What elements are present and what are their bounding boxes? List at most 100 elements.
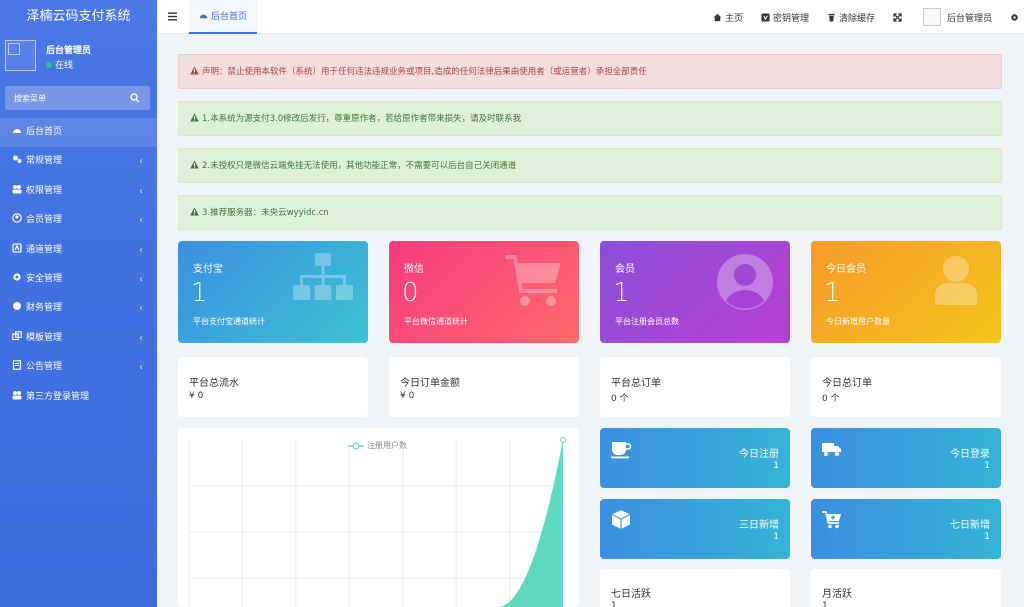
topbar: 后台首页 主页 密钥管理 清除缓存 后台管理员 [157,0,1024,34]
fullscreen-icon [893,12,902,22]
user-panel: 后台管理员 在线 [0,34,157,82]
sidebar-item-security[interactable]: 安全管理 ‹ [0,265,157,294]
card-value: 1 [191,278,208,308]
sidebar-item-permission[interactable]: 权限管理 ‹ [0,177,157,206]
app-title[interactable]: 泽楠云码支付系统 [0,0,157,34]
finance-icon [13,302,21,311]
admin-menu[interactable]: 后台管理员 [922,8,992,26]
user-icon [935,256,977,305]
info-value: ¥ 0 [189,391,204,401]
online-dot-icon [46,62,52,68]
template-icon [12,330,22,340]
topbar-nav: 主页 密钥管理 清除缓存 后台管理员 [713,0,1024,34]
sidebar-item-label: 会员管理 [26,215,63,226]
user-name: 后台管理员 [46,46,92,56]
search-placeholder: 搜索菜单 [14,94,46,103]
sitemap-icon [293,253,353,300]
sidebar-item-channel[interactable]: 通道管理 ‹ [0,236,157,265]
stat-value: 1 [773,532,779,542]
search-input[interactable]: 搜索菜单 [5,86,150,110]
sidebar-item-dashboard[interactable]: 后台首页 [0,118,157,148]
card-desc: 今日新增用户数量 [826,317,890,326]
user-status: 在线 [46,58,73,71]
users-icon [12,390,22,400]
card-desc: 平台微信通道统计 [404,317,468,326]
sidebar-item-label: 安全管理 [26,273,63,284]
admin-avatar [922,8,941,26]
card-desc: 平台注册会员总数 [615,317,679,326]
cube-icon [611,510,631,529]
info-value: ¥ 0 [400,391,415,401]
stat-label: 月活跃 [822,589,852,600]
card-title: 今日会员 [826,264,866,275]
sidebar-item-finance[interactable]: 财务管理 ‹ [0,294,157,323]
warning-icon [190,113,199,122]
info-label: 今日总订单 [822,378,872,389]
gear-icon [1011,13,1018,21]
key-management-link[interactable]: 密钥管理 [761,11,809,24]
info-alert-3: 3.推荐服务器：未央云wyyidc.cn [178,195,1002,230]
info-alert-1: 1.本系统为源支付3.0修改后发行，尊重原作者，若给原作者带来损失，请及时联系我 [178,101,1002,136]
stat-value: 1 [773,461,779,471]
sidebar-item-member[interactable]: 会员管理 ‹ [0,206,157,235]
info-alert-text: 1.本系统为源支付3.0修改后发行，尊重原作者，若给原作者带来损失，请及时联系我 [202,114,522,124]
user-circle-icon [12,213,22,223]
chart-legend[interactable]: 注册用户数 [348,440,407,451]
fullscreen-button[interactable] [893,12,905,22]
month-active-box: 月活跃 1 [811,569,1001,607]
sidebar-item-label: 财务管理 [26,303,63,314]
search-icon[interactable] [130,93,140,103]
card-title: 会员 [615,264,635,275]
info-label: 平台总订单 [611,378,661,389]
chevron-left-icon: ‹ [139,332,143,344]
warning-icon [190,160,199,169]
today-member-card: 今日会员 1 今日新增用户数量 [811,241,1001,343]
coffee-icon [611,442,632,459]
dashboard-icon [13,129,21,133]
cogs-icon [13,155,22,164]
chevron-left-icon: ‹ [139,156,143,168]
stat-label: 今日注册 [739,449,779,460]
sidebar-item-label: 第三方登录管理 [26,391,90,402]
card-desc: 平台支付宝通道统计 [193,317,265,326]
sidebar-item-template[interactable]: 模板管理 ‹ [0,324,157,353]
settings-button[interactable] [1010,13,1022,22]
info-alert-text: 3.推荐服务器：未央云wyyidc.cn [202,208,329,218]
menu-toggle-icon[interactable] [168,12,177,21]
stat-label: 七日活跃 [611,589,651,600]
stat-value: 1 [822,601,828,607]
seven-day-active-box: 七日活跃 1 [600,569,790,607]
warning-icon [190,66,199,75]
sidebar-item-general[interactable]: 常规管理 ‹ [0,147,157,176]
clear-cache-link[interactable]: 清除缓存 [827,11,875,24]
key-icon [761,12,770,22]
registration-chart: 注册用户数 [178,428,579,607]
disclaimer-text: 声明：禁止使用本软件（系统）用于任何违法违规业务或项目,造成的任何法律后果由使用… [202,67,647,77]
trash-icon [828,13,835,22]
sidebar-item-notice[interactable]: 公告管理 ‹ [0,353,157,382]
dashboard-icon [199,14,208,19]
today-orders-box: 今日总订单 0 个 [811,357,1001,417]
legend-label: 注册用户数 [367,441,407,450]
notice-icon [12,360,22,370]
chart-point [560,437,566,443]
warning-icon [190,207,199,216]
home-link[interactable]: 主页 [713,11,743,24]
sidebar-item-label: 权限管理 [26,185,63,196]
stat-label: 七日新增 [950,520,990,531]
info-alert-2: 2.未授权只是微信云端免挂无法使用，其他功能正常，不需要可以后台自己关闭通道 [178,148,1002,183]
tab-dashboard[interactable]: 后台首页 [189,0,258,34]
info-value: 0 个 [822,394,840,404]
chart-plot [188,437,566,607]
stat-value: 1 [611,601,617,607]
shopping-cart-icon [505,255,561,306]
total-flow-box: 平台总流水 ¥ 0 [178,357,368,417]
card-title: 微信 [404,264,424,275]
three-day-new-box: 三日新增 1 [600,499,790,559]
gear-icon [13,273,21,281]
info-value: 0 个 [611,394,629,404]
home-link-label: 主页 [724,13,743,24]
users-icon [12,184,22,194]
info-alert-text: 2.未授权只是微信云端免挂无法使用，其他功能正常，不需要可以后台自己关闭通道 [202,161,517,171]
sidebar-item-third-party-login[interactable]: 第三方登录管理 [0,383,157,412]
